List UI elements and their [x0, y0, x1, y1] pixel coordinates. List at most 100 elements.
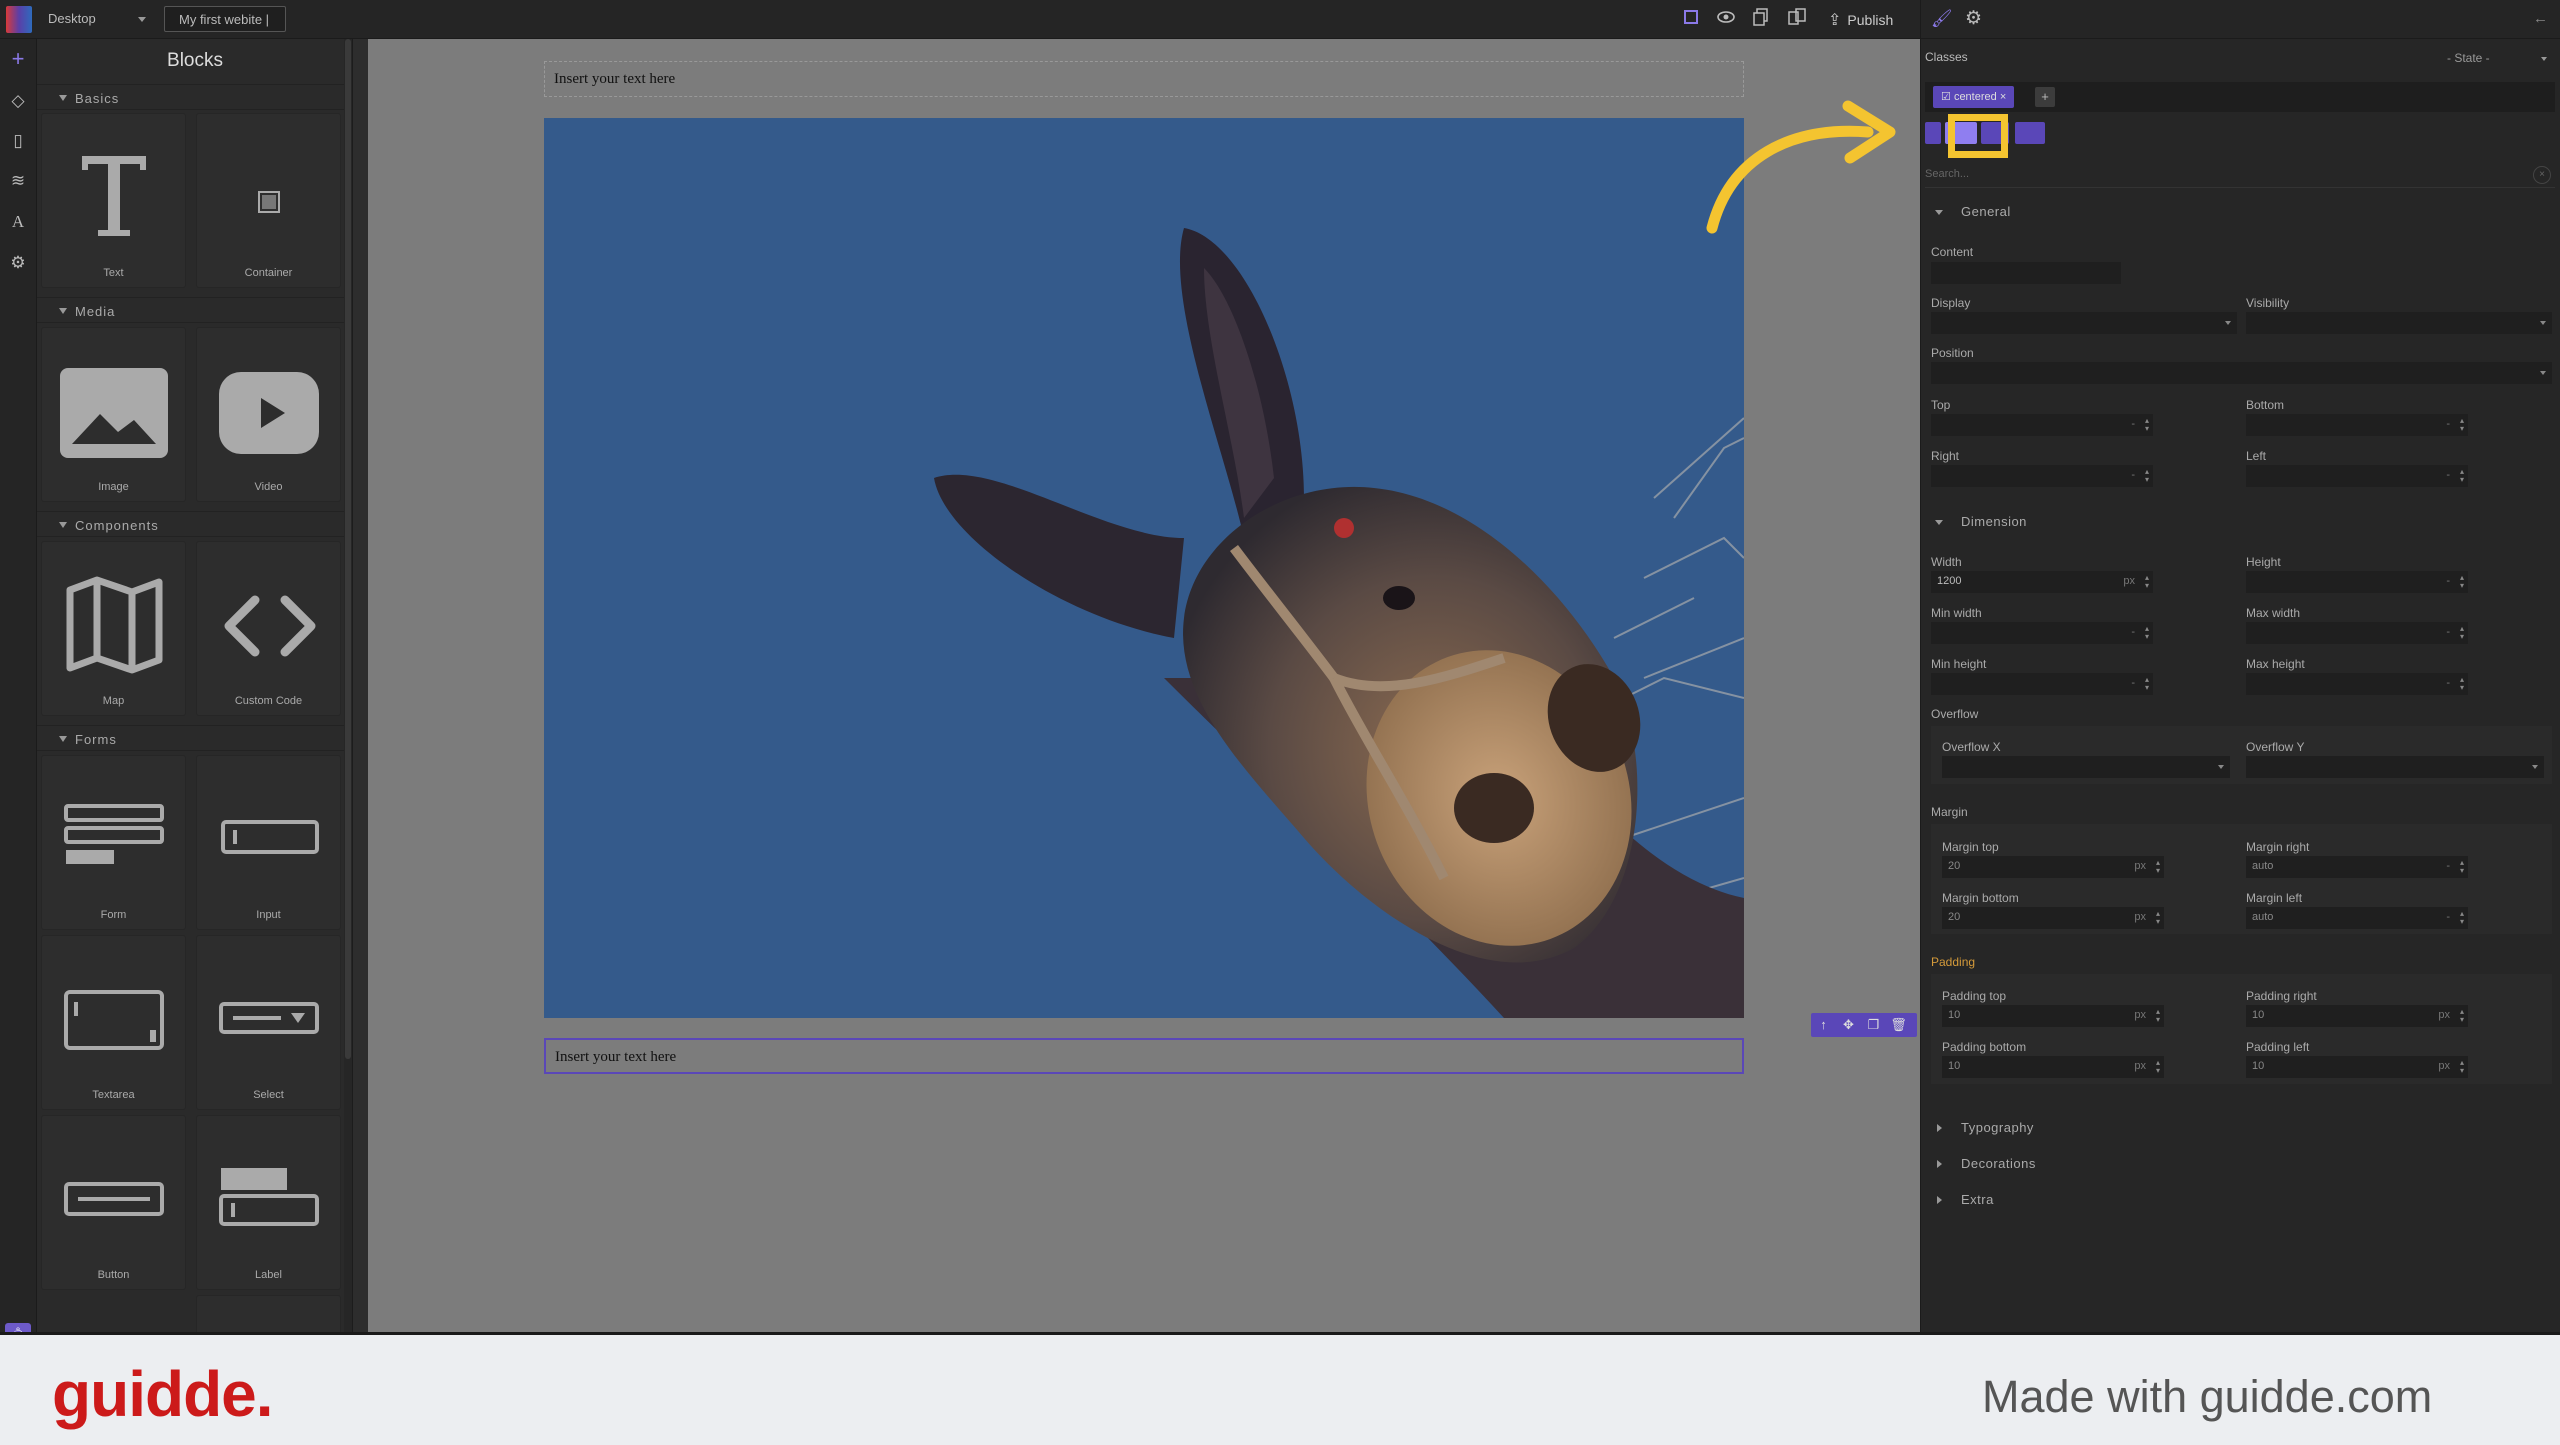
block-form[interactable]: Form	[41, 755, 186, 930]
import-icon[interactable]	[1786, 8, 1808, 30]
max-height-input[interactable]: - ▴ ▾	[2246, 673, 2468, 695]
section-general[interactable]: General	[1925, 200, 2555, 224]
padding-bottom-input[interactable]: 10 px ▴ ▾	[1942, 1056, 2164, 1078]
margin-left-input[interactable]: auto - ▴ ▾	[2246, 907, 2468, 929]
overflow-y-select[interactable]	[2246, 756, 2544, 778]
block-button[interactable]: Button	[41, 1115, 186, 1290]
section-extra[interactable]: Extra	[1925, 1188, 2555, 1212]
stepper-icon[interactable]: ▴ ▾	[2460, 625, 2464, 641]
text-block-top[interactable]: Insert your text here	[544, 61, 1744, 97]
diamond-icon[interactable]: ◇	[6, 89, 30, 113]
clone-icon[interactable]: ❐	[1861, 1013, 1886, 1037]
category-media[interactable]: Media	[37, 297, 352, 323]
editor-canvas[interactable]: Insert your text here ↑ ✥ ❐ 🗑︎ Insert yo…	[368, 39, 1920, 1332]
hero-image[interactable]	[544, 118, 1744, 1018]
arrow-up-icon[interactable]: ↑	[1811, 1013, 1836, 1037]
category-basics[interactable]: Basics	[37, 84, 352, 110]
stepper-icon[interactable]: ▴ ▾	[2460, 910, 2464, 926]
plus-icon[interactable]: +	[6, 47, 30, 71]
content-input[interactable]	[1931, 262, 2121, 284]
min-width-input[interactable]: - ▴ ▾	[1931, 622, 2153, 644]
overflow-x-select[interactable]	[1942, 756, 2230, 778]
block-container[interactable]: Container	[196, 113, 341, 288]
block-custom-code[interactable]: Custom Code	[196, 541, 341, 716]
block-map[interactable]: Map	[41, 541, 186, 716]
text-block-bottom[interactable]: Insert your text here	[544, 1038, 1744, 1074]
margin-right-input[interactable]: auto - ▴ ▾	[2246, 856, 2468, 878]
stepper-icon[interactable]: ▴ ▾	[2460, 676, 2464, 692]
eye-icon[interactable]	[1715, 8, 1737, 30]
layers-icon[interactable]: ≋	[6, 169, 30, 193]
add-class-button[interactable]: +	[2035, 87, 2055, 107]
stepper-icon[interactable]: ▴ ▾	[2460, 574, 2464, 590]
stepper-icon[interactable]: ▴ ▾	[2156, 910, 2160, 926]
block-text[interactable]: Text	[41, 113, 186, 288]
property-search[interactable]: Search... ×	[1925, 164, 2555, 188]
publish-button[interactable]: ⇪ Publish	[1828, 8, 1893, 32]
section-decorations[interactable]: Decorations	[1925, 1152, 2555, 1176]
clear-icon[interactable]: ×	[2533, 166, 2551, 184]
device-tag[interactable]	[2015, 122, 2045, 144]
padding-left-input[interactable]: 10 px ▴ ▾	[2246, 1056, 2468, 1078]
blocks-scrollbar[interactable]	[344, 39, 352, 1332]
category-forms[interactable]: Forms	[37, 725, 352, 751]
gear-icon[interactable]: ⚙	[1965, 8, 1987, 30]
stepper-icon[interactable]: ▴ ▾	[2460, 417, 2464, 433]
stepper-icon[interactable]: ▴ ▾	[2145, 625, 2149, 641]
block-label-element[interactable]: Label	[196, 1115, 341, 1290]
section-label: Decorations	[1961, 1156, 2036, 1171]
category-components[interactable]: Components	[37, 511, 352, 537]
checkbox-icon[interactable]: ☑	[1941, 91, 1951, 103]
display-select[interactable]	[1931, 312, 2237, 334]
block-image[interactable]: Image	[41, 327, 186, 502]
section-dimension[interactable]: Dimension	[1925, 510, 2555, 534]
trash-icon[interactable]: 🗑︎	[1886, 1013, 1911, 1037]
stepper-icon[interactable]: ▴ ▾	[2460, 1008, 2464, 1024]
stepper-icon[interactable]: ▴ ▾	[2156, 1008, 2160, 1024]
margin-bottom-input[interactable]: 20 px ▴ ▾	[1942, 907, 2164, 929]
section-typography[interactable]: Typography	[1925, 1116, 2555, 1140]
right-input[interactable]: - ▴ ▾	[1931, 465, 2153, 487]
height-input[interactable]: - ▴ ▾	[2246, 571, 2468, 593]
width-input[interactable]: 1200 px ▴ ▾	[1931, 571, 2153, 593]
block-video[interactable]: Video	[196, 327, 341, 502]
block-more[interactable]	[196, 1295, 341, 1332]
page-icon[interactable]: ▯	[6, 129, 30, 153]
margin-top-input[interactable]: 20 px ▴ ▾	[1942, 856, 2164, 878]
min-height-input[interactable]: - ▴ ▾	[1931, 673, 2153, 695]
state-select[interactable]: - State -	[2441, 48, 2553, 70]
padding-right-input[interactable]: 10 px ▴ ▾	[2246, 1005, 2468, 1027]
position-select[interactable]	[1931, 362, 2552, 384]
stepper-icon[interactable]: ▴ ▾	[2145, 574, 2149, 590]
left-input[interactable]: - ▴ ▾	[2246, 465, 2468, 487]
settings-icon[interactable]: ⚙	[6, 251, 30, 275]
stepper-icon[interactable]: ▴ ▾	[2460, 859, 2464, 875]
square-outline-icon[interactable]	[1680, 8, 1702, 30]
stepper-icon[interactable]: ▴ ▾	[2460, 1059, 2464, 1075]
device-select[interactable]: Desktop	[40, 7, 152, 31]
top-input[interactable]: - ▴ ▾	[1931, 414, 2153, 436]
block-select[interactable]: Select	[196, 935, 341, 1110]
block-input[interactable]: Input	[196, 755, 341, 930]
padding-top-input[interactable]: 10 px ▴ ▾	[1942, 1005, 2164, 1027]
device-tag[interactable]	[1925, 122, 1941, 144]
stepper-icon[interactable]: ▴ ▾	[2156, 1059, 2160, 1075]
move-icon[interactable]: ✥	[1836, 1013, 1861, 1037]
scrollbar-thumb[interactable]	[345, 39, 351, 1059]
close-icon[interactable]: ×	[2000, 91, 2006, 103]
bottom-input[interactable]: - ▴ ▾	[2246, 414, 2468, 436]
block-textarea[interactable]: Textarea	[41, 935, 186, 1110]
site-name-input[interactable]: My first webite |	[164, 6, 286, 32]
stepper-icon[interactable]: ▴ ▾	[2145, 417, 2149, 433]
stepper-icon[interactable]: ▴ ▾	[2145, 468, 2149, 484]
paint-brush-icon[interactable]: 🖌︎	[1931, 8, 1953, 30]
class-tag-centered[interactable]: ☑ centered ×	[1933, 86, 2015, 108]
visibility-select[interactable]	[2246, 312, 2552, 334]
copy-icon[interactable]	[1750, 8, 1772, 30]
max-width-input[interactable]: - ▴ ▾	[2246, 622, 2468, 644]
stepper-icon[interactable]: ▴ ▾	[2156, 859, 2160, 875]
stepper-icon[interactable]: ▴ ▾	[2460, 468, 2464, 484]
typography-icon[interactable]: A	[6, 210, 30, 234]
stepper-icon[interactable]: ▴ ▾	[2145, 676, 2149, 692]
arrow-left-icon[interactable]: ←	[2533, 10, 2548, 27]
